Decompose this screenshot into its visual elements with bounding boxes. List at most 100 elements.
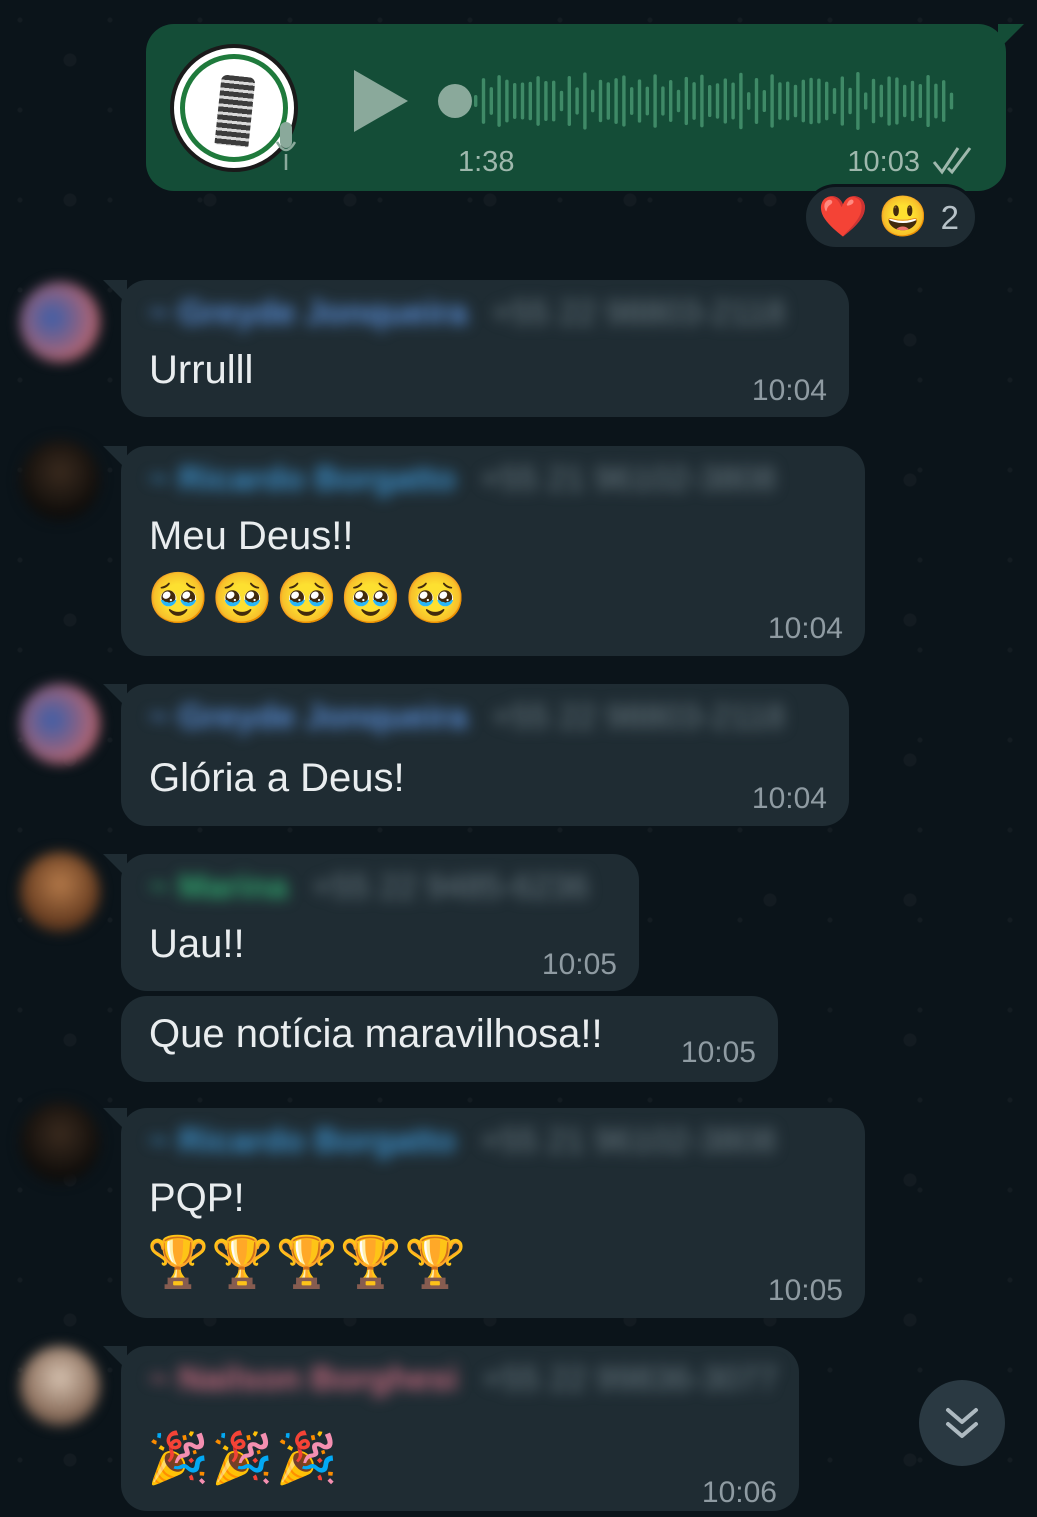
waveform-bar (801, 79, 805, 123)
sender-name[interactable]: ~ Ricardo Borgatto +55 21 96102-3808 (149, 460, 776, 499)
waveform-bar (692, 82, 696, 120)
emoji-row: 🏆🏆🏆🏆🏆 (147, 1234, 469, 1290)
message-time: 10:05 (680, 1036, 756, 1069)
waveform-bar (661, 86, 665, 116)
waveform-bar (489, 87, 493, 115)
message-time: 10:03 (847, 146, 920, 178)
waveform-bar (817, 78, 821, 124)
waveform-bar (637, 79, 642, 123)
sender-name[interactable]: ~ Marina +55 22 9485-6236 (149, 868, 589, 907)
waveform-bar (497, 75, 501, 127)
waveform-bar (793, 84, 798, 118)
waveform-bar (567, 76, 571, 126)
waveform-bar (918, 83, 922, 119)
message-text: Que notícia maravilhosa!! (149, 1012, 603, 1056)
sender-name[interactable]: ~ Greyde Jonqueira +55 22 98803-2118 (149, 294, 785, 333)
waveform-bar (505, 79, 509, 123)
bubble-tail (103, 1108, 127, 1132)
message-text: PQP! (149, 1176, 245, 1220)
message-bubble[interactable]: ~ Greyde Jonqueira +55 22 98803-2118 Glór… (103, 684, 849, 826)
message-bubble[interactable]: ~ Ricardo Borgatto +55 21 96102-3808 PQP!… (103, 1108, 865, 1318)
message-text: Uau!! (149, 922, 245, 966)
waveform-bar (825, 81, 829, 121)
waveform-bar (715, 83, 720, 119)
avatar[interactable] (20, 440, 100, 520)
message-bubble[interactable]: Que notícia maravilhosa!! 10:05 (121, 996, 778, 1082)
waveform-bar (645, 86, 649, 116)
avatar[interactable] (20, 282, 100, 362)
sender-phone: +55 22 99836-3077 (481, 1360, 778, 1398)
avatar[interactable] (20, 1346, 100, 1426)
bubble-tail (103, 280, 127, 304)
audio-waveform[interactable] (474, 68, 964, 134)
waveform-bar (575, 87, 579, 115)
waveform-bar (559, 90, 564, 112)
waveform-bar (895, 77, 899, 125)
message-time: 10:04 (751, 374, 827, 407)
waveform-bar (934, 83, 938, 119)
waveform-bar (630, 87, 634, 115)
waveform-bar (520, 82, 525, 120)
waveform-bar (879, 84, 883, 118)
message-bubble[interactable]: ~ Greyde Jonqueira +55 22 98803-2118 Urru… (103, 280, 849, 417)
waveform-bar (856, 72, 860, 130)
smile-reaction: 😃 (878, 195, 928, 239)
waveform-bar (676, 89, 681, 113)
waveform-bar (871, 78, 876, 124)
message-time: 10:04 (767, 612, 843, 645)
heart-reaction: ❤️ (818, 195, 868, 239)
reaction-count: 2 (940, 199, 959, 236)
waveform-bar (754, 78, 759, 124)
waveform-bar (684, 76, 688, 126)
message-text: Meu Deus!! (149, 514, 354, 558)
message-text: Urrulll (149, 348, 254, 392)
waveform-bar (591, 89, 595, 113)
waveform-bar (474, 95, 478, 107)
mic-icon (276, 122, 296, 170)
waveform-bar (832, 88, 837, 114)
waveform-bar (848, 87, 852, 115)
waveform-bar (942, 80, 946, 122)
avatar[interactable] (20, 684, 100, 764)
waveform-bar (762, 89, 766, 113)
waveform-bar (864, 92, 868, 110)
avatar[interactable] (20, 1102, 100, 1182)
emoji-row: 🥹🥹🥹🥹🥹 (147, 570, 469, 626)
waveform-bar (770, 74, 774, 128)
message-time: 10:06 (701, 1476, 777, 1509)
waveform-bar (949, 92, 954, 110)
message-text: Glória a Deus! (149, 756, 405, 800)
waveform-bar (739, 72, 743, 130)
outgoing-voice-message[interactable]: 1:38 10:03 (146, 24, 1024, 191)
waveform-bar (747, 92, 751, 110)
waveform-bar (731, 82, 735, 120)
sender-name[interactable]: ~ Ricardo Borgatto +55 21 96102-3808 (149, 1122, 776, 1161)
scroll-to-bottom-button[interactable] (919, 1380, 1005, 1466)
waveform-bar (840, 76, 844, 126)
waveform-bar (926, 74, 930, 128)
waveform-bar (887, 76, 891, 126)
bubble-tail (103, 684, 127, 708)
message-bubble[interactable]: ~ Nailson Borghesi +55 22 99836-3077 🎉🎉🎉 … (103, 1346, 799, 1511)
waveform-bar (528, 81, 532, 121)
pisa-tower-icon (214, 74, 256, 148)
waveform-bar (653, 74, 657, 128)
bubble-tail (103, 1346, 127, 1370)
waveform-bar (708, 84, 712, 118)
message-bubble[interactable]: ~ Marina +55 22 9485-6236 Uau!! 10:05 (103, 854, 639, 991)
sender-name[interactable]: ~ Greyde Jonqueira +55 22 98803-2118 (149, 698, 785, 737)
message-bubble[interactable]: ~ Ricardo Borgatto +55 21 96102-3808 Meu … (103, 446, 865, 656)
play-button[interactable] (354, 70, 408, 132)
waveform-bar (910, 80, 915, 122)
waveform-bar (598, 79, 603, 123)
waveform-bar (669, 80, 673, 122)
reactions-pill[interactable]: ❤️ 😃 2 (803, 184, 978, 250)
double-check-icon (932, 147, 972, 175)
playback-scrubber[interactable] (438, 84, 472, 118)
waveform-bar (809, 77, 813, 125)
waveform-bar (786, 81, 790, 121)
sender-name[interactable]: ~ Nailson Borghesi +55 22 99836-3077 (149, 1360, 778, 1399)
avatar[interactable] (20, 852, 100, 932)
waveform-bar (700, 74, 704, 128)
waveform-bar (778, 82, 782, 120)
